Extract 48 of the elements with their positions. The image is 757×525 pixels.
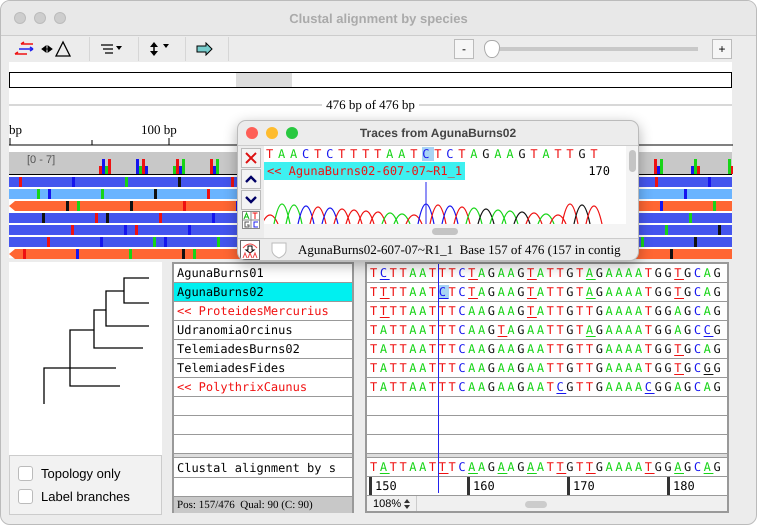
- sequence-name[interactable]: AgunaBurns02: [174, 283, 352, 302]
- close-button[interactable]: [14, 12, 26, 24]
- stepper-icon[interactable]: [404, 499, 410, 509]
- coverage-label: [0 - 7]: [27, 154, 56, 166]
- ruler-label: 100 bp: [141, 122, 177, 138]
- zoom-out-button[interactable]: -: [454, 39, 474, 59]
- status-text: Pos: 157/476 Qual: 90 (C: 90): [174, 497, 352, 513]
- zoom-in-button[interactable]: +: [712, 39, 732, 59]
- viewport-marker[interactable]: [236, 73, 292, 87]
- previous-button[interactable]: [241, 169, 261, 189]
- minimize-button[interactable]: [266, 127, 278, 139]
- sequence-name[interactable]: TelemiadesFides: [174, 359, 352, 378]
- close-button[interactable]: [246, 127, 258, 139]
- position-label: 170: [588, 164, 610, 178]
- scrollbar-thumb[interactable]: [628, 150, 636, 172]
- base-grid-icon[interactable]: [242, 211, 260, 229]
- next-button[interactable]: [241, 190, 261, 210]
- list-menu-icon[interactable]: [100, 42, 124, 56]
- chevron-down-icon: [245, 196, 257, 204]
- right-arrow-icon[interactable]: [196, 42, 214, 56]
- zoom-button[interactable]: [286, 127, 298, 139]
- consensus-name: Clustal alignment by s: [174, 458, 352, 478]
- up-down-arrow-icon[interactable]: [149, 41, 171, 57]
- x-icon: [245, 152, 257, 164]
- checkbox[interactable]: [18, 489, 33, 504]
- window-title: Traces from AgunaBurns02: [360, 126, 516, 140]
- checkbox-label[interactable]: Label branches: [41, 489, 130, 504]
- sequence-name[interactable]: UdranomiaOrcinus: [174, 321, 352, 340]
- ruler-label: bp: [9, 122, 22, 138]
- overview-bar[interactable]: [9, 72, 732, 88]
- window-title: Clustal alignment by species: [289, 10, 468, 26]
- sequence-name[interactable]: TelemiadesBurns02: [174, 340, 352, 359]
- close-trace-button[interactable]: [241, 148, 261, 168]
- shield-icon: [270, 240, 288, 258]
- minimize-button[interactable]: [34, 12, 46, 24]
- trace-peaks-icon[interactable]: [240, 240, 260, 260]
- span-label: 476 bp of 476 bp: [326, 97, 415, 113]
- checkbox-label[interactable]: Topology only: [41, 466, 120, 481]
- zoom-button[interactable]: [54, 12, 66, 24]
- checkbox[interactable]: [18, 466, 33, 481]
- sequence-name[interactable]: << ProteidesMercurius: [174, 302, 352, 321]
- sequence-name[interactable]: << PolythrixCaunus: [174, 378, 352, 397]
- read-label: << AgunaBurns02-607-07~R1_1: [264, 162, 466, 180]
- scrollbar-thumb[interactable]: [432, 228, 458, 234]
- scrollbar-thumb[interactable]: [525, 500, 548, 508]
- trace-status: AgunaBurns02-607-07~R1_1 Base 157 of 476 (157 in contig: [298, 242, 621, 258]
- zoom-select[interactable]: 108%: [367, 496, 418, 511]
- chevron-up-icon: [245, 175, 257, 183]
